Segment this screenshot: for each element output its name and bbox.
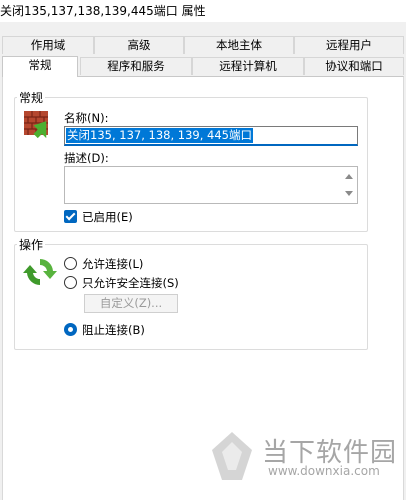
block-connection-label: 阻止连接(B) (82, 323, 145, 337)
general-group-label: 常规 (17, 89, 46, 106)
enabled-label: 已启用(E) (82, 210, 133, 224)
description-field[interactable] (64, 166, 358, 204)
enabled-checkbox[interactable] (64, 210, 77, 223)
tab-advanced[interactable]: 高级 (94, 36, 184, 54)
scroll-down-icon[interactable] (345, 191, 353, 196)
block-connection-radio[interactable] (64, 323, 77, 336)
firewall-rule-icon (22, 107, 58, 143)
tab-remote-users[interactable]: 远程用户 (294, 36, 404, 54)
name-label: 名称(N): (64, 111, 109, 125)
allow-connection-radio[interactable] (64, 257, 77, 270)
name-field[interactable]: 关闭135, 137, 138, 139, 445端口 (64, 126, 358, 146)
description-label: 描述(D): (64, 151, 109, 165)
title-bar: 关闭135,137,138,139,445端口 属性 (0, 0, 406, 22)
watermark-logo-icon (210, 430, 254, 482)
tab-programs-services[interactable]: 程序和服务 (80, 57, 192, 75)
allow-secure-radio[interactable] (64, 276, 77, 289)
tab-local-principals[interactable]: 本地主体 (184, 36, 294, 54)
allow-secure-label: 只允许安全连接(S) (82, 276, 179, 290)
tab-scope[interactable]: 作用域 (2, 36, 94, 54)
customize-button[interactable]: 自定义(Z)... (84, 294, 178, 313)
refresh-arrows-icon (22, 254, 58, 290)
allow-connection-label: 允许连接(L) (82, 257, 144, 271)
window-title: 关闭135,137,138,139,445端口 属性 (0, 4, 206, 18)
tab-protocols-ports[interactable]: 协议和端口 (304, 57, 404, 75)
name-field-value: 关闭135, 137, 138, 139, 445端口 (66, 128, 253, 143)
tab-remote-computers[interactable]: 远程计算机 (192, 57, 304, 75)
watermark-url: www.downxia.com (268, 464, 380, 478)
tab-general[interactable]: 常规 (2, 56, 78, 77)
scroll-up-icon[interactable] (345, 174, 353, 179)
action-group-label: 操作 (17, 236, 46, 253)
